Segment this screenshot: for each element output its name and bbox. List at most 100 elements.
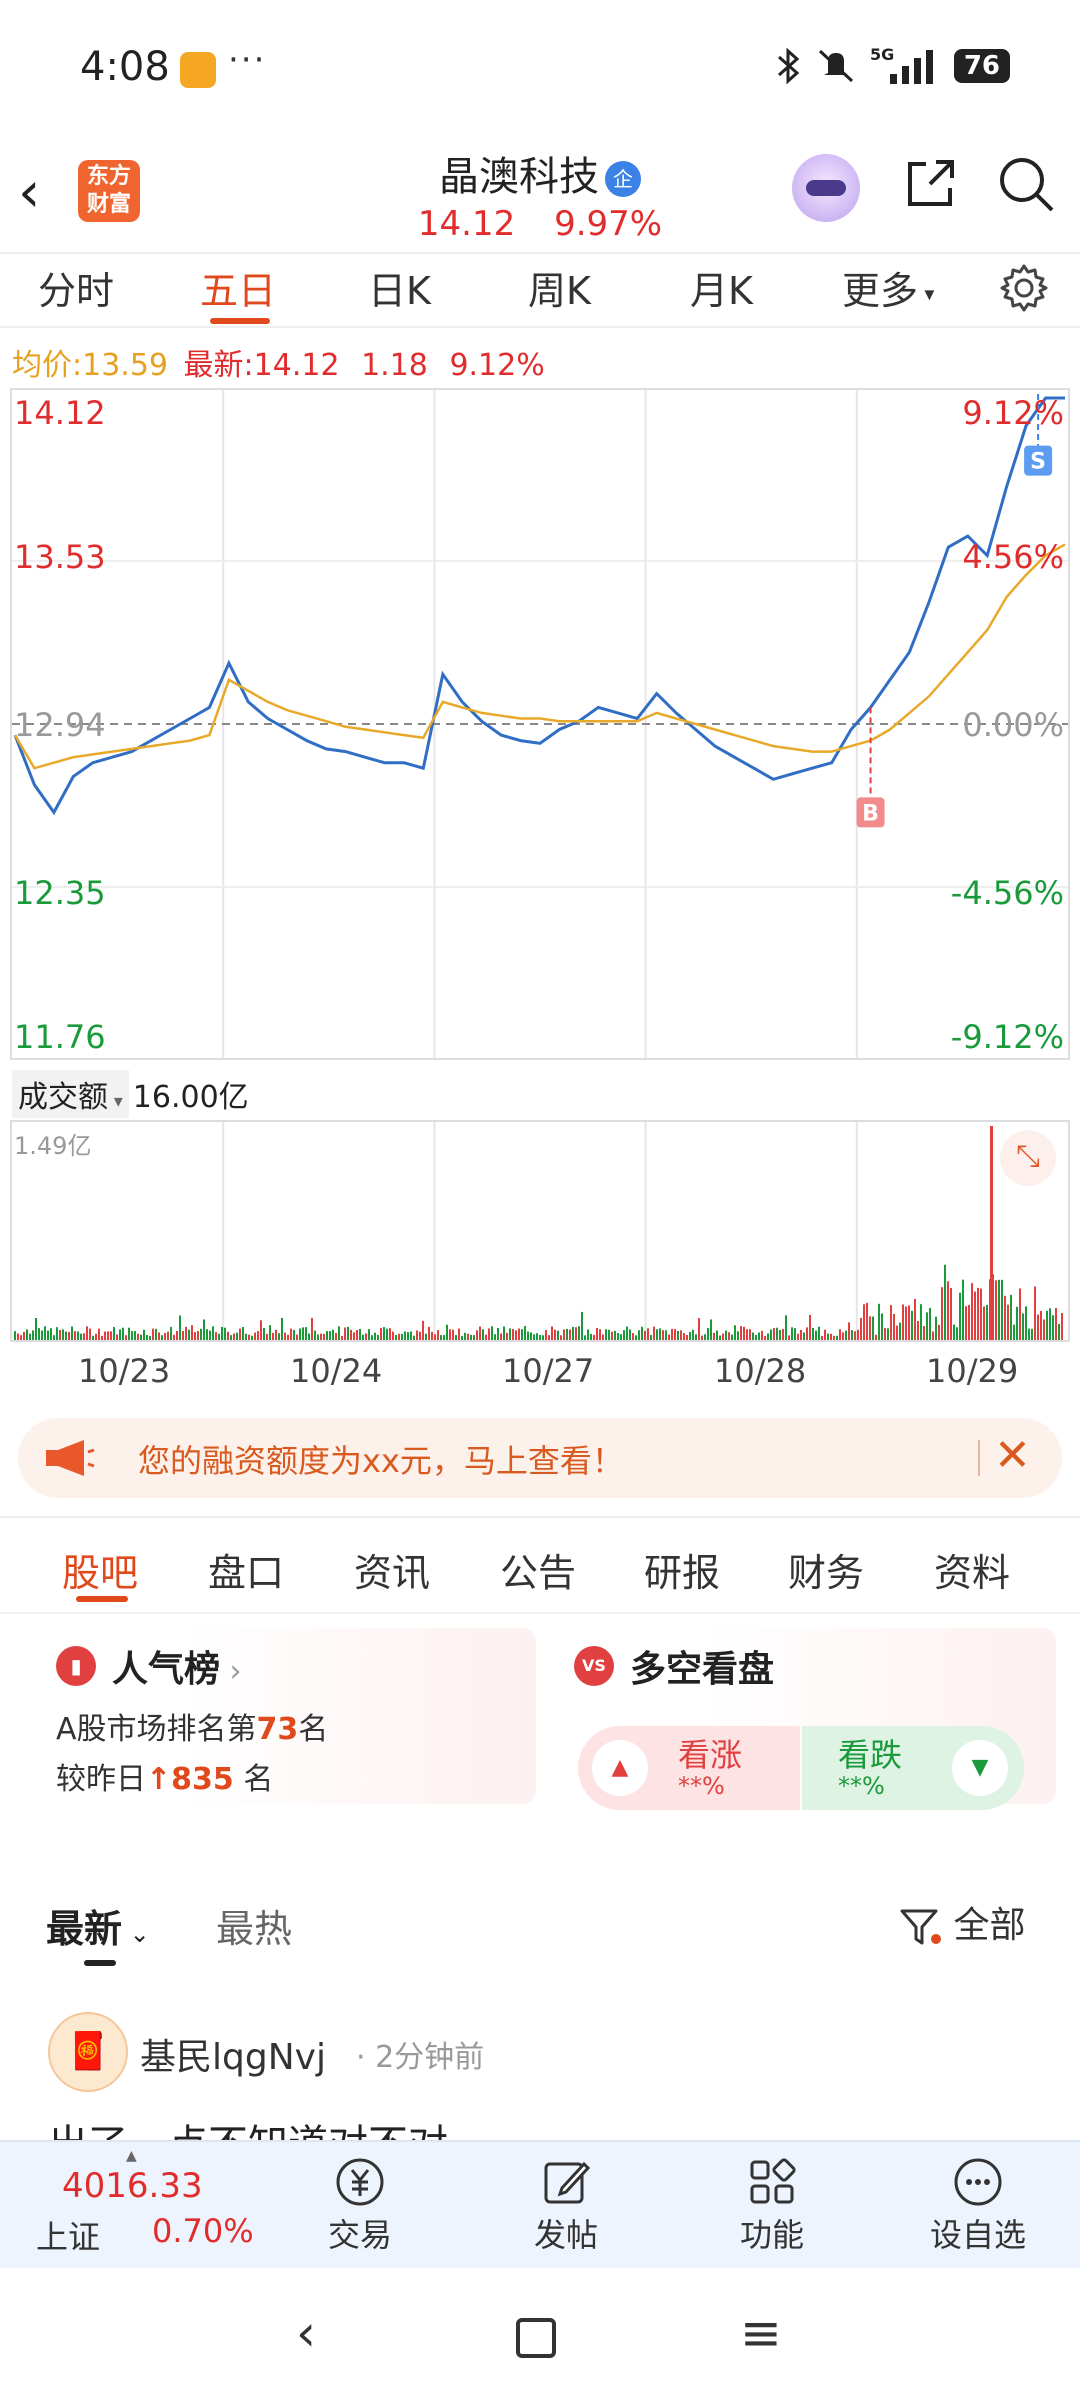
volume-bar bbox=[1037, 1314, 1039, 1340]
volume-bar bbox=[938, 1324, 940, 1340]
volume-bar bbox=[872, 1316, 874, 1340]
volume-bar bbox=[392, 1331, 394, 1340]
search-icon[interactable] bbox=[996, 154, 1056, 214]
expand-fullscreen-icon[interactable]: ⤡ bbox=[1000, 1130, 1056, 1186]
volume-bar bbox=[1010, 1294, 1012, 1340]
volume-bar bbox=[476, 1330, 478, 1340]
filter-button[interactable]: 全部 bbox=[900, 1896, 1025, 1948]
stock-name: 晶澳科技 bbox=[439, 154, 599, 200]
post-username[interactable]: 基民lqgNvj bbox=[140, 2028, 326, 2080]
feed-tab-latest[interactable]: 最新 ⌄ bbox=[46, 1898, 150, 1953]
volume-bar bbox=[416, 1330, 418, 1340]
y-tick-right-3: -4.56% bbox=[950, 874, 1064, 912]
y-tick-right-2: 0.00% bbox=[962, 706, 1064, 744]
tab-more[interactable]: 更多 ▾ bbox=[842, 260, 934, 315]
volume-bar bbox=[275, 1329, 277, 1340]
volume-bar bbox=[350, 1329, 352, 1340]
rank-prefix: A股市场排名第 bbox=[56, 1712, 257, 1747]
volume-bar bbox=[737, 1331, 739, 1340]
volume-bar bbox=[671, 1328, 673, 1340]
volume-bar bbox=[947, 1281, 949, 1340]
post-preview[interactable]: 出了一点不知道对不对 bbox=[48, 2112, 448, 2142]
volume-bar bbox=[209, 1330, 211, 1340]
price-chart[interactable]: BS bbox=[10, 388, 1070, 1060]
tab-intraday[interactable]: 分时 bbox=[38, 260, 114, 315]
nav-home-icon[interactable] bbox=[516, 2318, 556, 2358]
volume-bar bbox=[1016, 1306, 1018, 1340]
features-button[interactable]: 功能 bbox=[712, 2154, 832, 2256]
avatar[interactable]: 🧧 bbox=[48, 2012, 128, 2092]
volume-bar bbox=[824, 1329, 826, 1340]
tab-weekly-k[interactable]: 周K bbox=[528, 260, 591, 315]
volume-bar bbox=[605, 1329, 607, 1340]
ai-assistant-icon[interactable] bbox=[792, 154, 860, 222]
volume-bar bbox=[758, 1332, 760, 1340]
volume-bar bbox=[695, 1334, 697, 1340]
subtab-forum[interactable]: 股吧 bbox=[62, 1542, 138, 1597]
volume-max-label: 1.49亿 bbox=[14, 1132, 92, 1160]
volume-bar bbox=[701, 1335, 703, 1340]
volume-bar bbox=[227, 1331, 229, 1340]
volume-bar bbox=[971, 1283, 973, 1340]
post-button[interactable]: 发帖 bbox=[506, 2154, 626, 2256]
tab-daily-k[interactable]: 日K bbox=[368, 260, 431, 315]
subtab-research[interactable]: 研报 bbox=[644, 1542, 720, 1597]
subtab-news[interactable]: 资讯 bbox=[354, 1542, 430, 1597]
volume-bar bbox=[584, 1335, 586, 1340]
trade-button[interactable]: 交易 bbox=[300, 2154, 420, 2256]
volume-bar bbox=[68, 1331, 70, 1340]
volume-bar bbox=[200, 1328, 202, 1340]
price-info-line: 均价:13.59 最新:14.12 1.18 9.12% bbox=[12, 340, 545, 384]
volume-bar bbox=[104, 1331, 106, 1340]
rank-change-prefix: 较昨日 bbox=[56, 1762, 146, 1797]
vs-icon: VS bbox=[574, 1646, 614, 1686]
volume-bar bbox=[296, 1334, 298, 1340]
volume-bar bbox=[368, 1329, 370, 1340]
tab-five-day[interactable]: 五日 bbox=[200, 260, 276, 315]
index-change[interactable]: 0.70% bbox=[152, 2212, 254, 2250]
volume-bar bbox=[395, 1334, 397, 1340]
nav-menu-icon[interactable]: ≡ bbox=[740, 2304, 782, 2362]
close-icon[interactable]: ✕ bbox=[994, 1430, 1031, 1481]
volume-metric-select[interactable]: 成交额 ▾ bbox=[12, 1070, 129, 1118]
share-icon[interactable] bbox=[900, 154, 960, 214]
volume-bar bbox=[623, 1330, 625, 1340]
x-date-3: 10/28 bbox=[714, 1352, 807, 1390]
index-value[interactable]: 4016.33 bbox=[62, 2166, 203, 2206]
vote-rise-button[interactable]: ▲ 看涨 **% bbox=[578, 1726, 800, 1810]
volume-bar bbox=[638, 1330, 640, 1340]
volume-bar bbox=[518, 1328, 520, 1340]
popularity-card[interactable]: ▮ 人气榜 › A股市场排名第73名 较昨日↑835 名 bbox=[34, 1628, 536, 1804]
volume-bar bbox=[797, 1333, 799, 1340]
volume-chart[interactable] bbox=[10, 1120, 1070, 1342]
subtab-orderbook[interactable]: 盘口 bbox=[208, 1542, 284, 1597]
bluetooth-icon bbox=[777, 47, 800, 85]
volume-bar bbox=[317, 1334, 319, 1340]
volume-bar bbox=[446, 1324, 448, 1340]
add-watchlist-button[interactable]: 设自选 bbox=[918, 2154, 1038, 2256]
subtab-profile[interactable]: 资料 bbox=[934, 1542, 1010, 1597]
volume-bar bbox=[995, 1280, 997, 1340]
x-date-4: 10/29 bbox=[926, 1352, 1019, 1390]
filter-icon bbox=[900, 1909, 941, 1945]
feed-tab-hot[interactable]: 最热 bbox=[216, 1898, 292, 1953]
subtab-finance[interactable]: 财务 bbox=[788, 1542, 864, 1597]
financing-banner[interactable]: 您的融资额度为xx元，马上查看！ ✕ bbox=[18, 1418, 1062, 1498]
nav-back-icon[interactable]: ‹ bbox=[296, 2304, 316, 2362]
volume-bar bbox=[413, 1335, 415, 1340]
trade-label: 交易 bbox=[327, 2216, 392, 2254]
volume-bar bbox=[344, 1327, 346, 1340]
tab-monthly-k[interactable]: 月K bbox=[690, 260, 753, 315]
price-line bbox=[13, 396, 1065, 816]
subtab-announcements[interactable]: 公告 bbox=[500, 1542, 576, 1597]
settings-gear-icon[interactable] bbox=[998, 262, 1050, 314]
grid-icon bbox=[712, 2154, 832, 2210]
vote-fall-button[interactable]: 看跌 **% ▼ bbox=[802, 1726, 1024, 1810]
index-name[interactable]: 上证 bbox=[36, 2212, 100, 2258]
volume-bar bbox=[956, 1327, 958, 1340]
volume-bar bbox=[512, 1328, 514, 1340]
volume-bar bbox=[815, 1330, 817, 1340]
volume-bar bbox=[458, 1328, 460, 1340]
volume-bar bbox=[116, 1334, 118, 1340]
volume-bar bbox=[119, 1329, 121, 1340]
